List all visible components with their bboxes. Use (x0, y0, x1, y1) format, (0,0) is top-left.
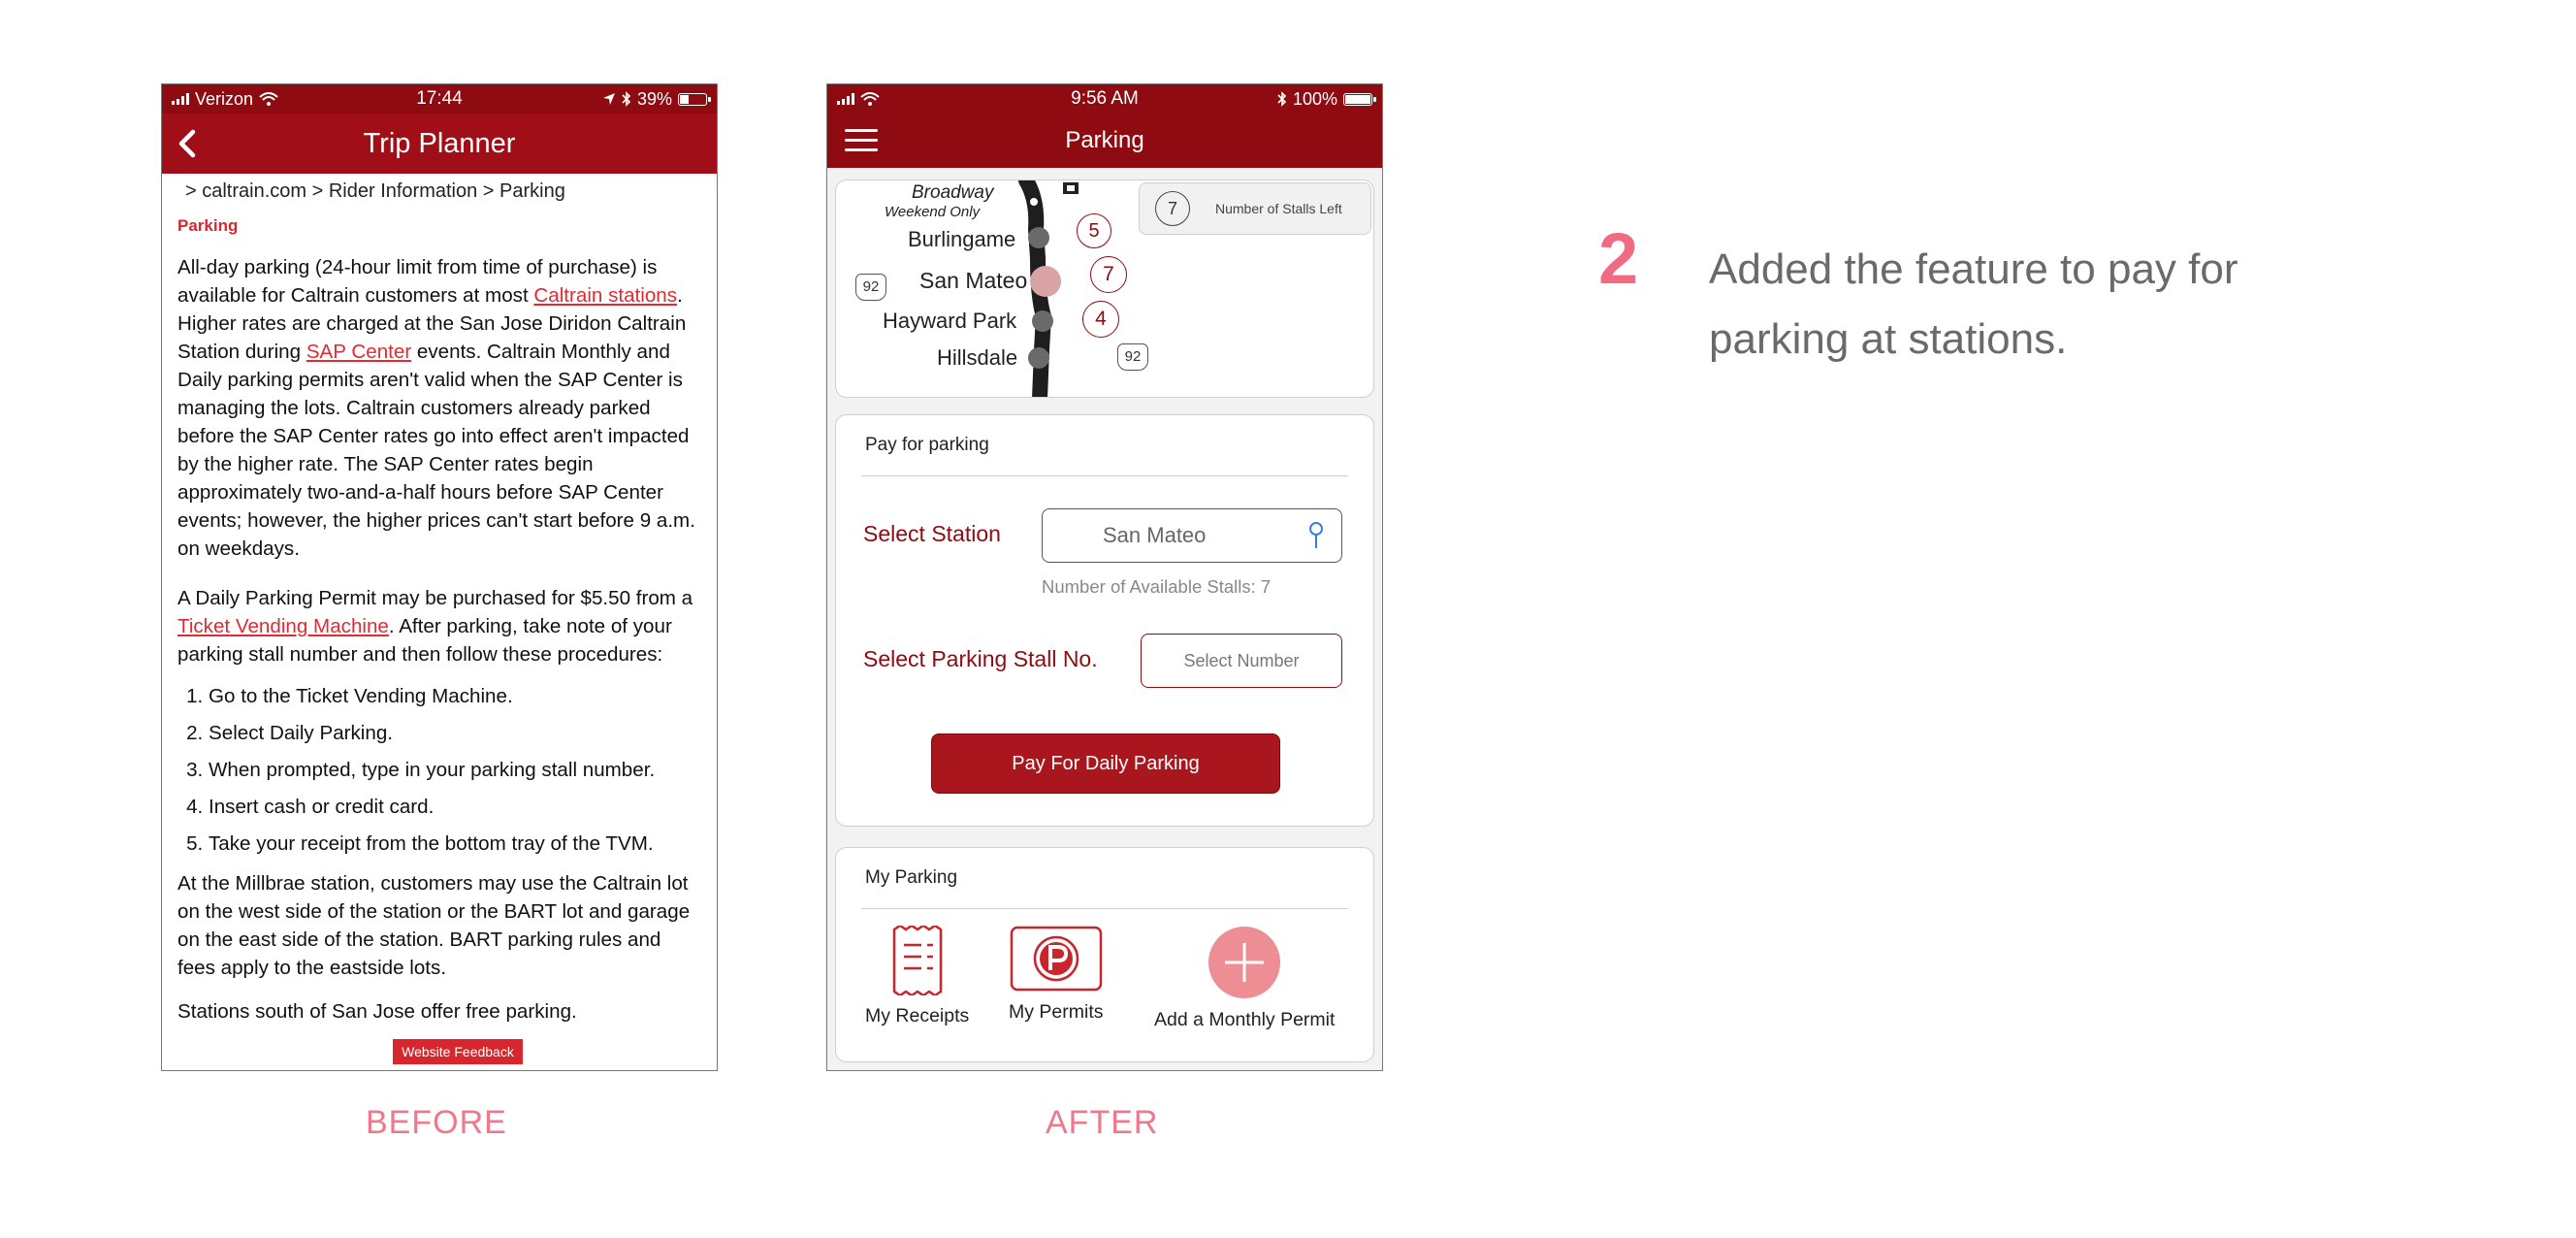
stall-label: Select Parking Stall No. (863, 646, 1098, 671)
panel-title: Pay for parking (865, 435, 989, 455)
bluetooth-icon (1277, 91, 1287, 107)
text-span: events. Caltrain Monthly and Daily parki… (177, 341, 695, 560)
station-label-san-mateo: San Mateo (919, 268, 1028, 293)
divider (861, 475, 1348, 476)
nav-bar: Parking (827, 114, 1382, 168)
after-caption: AFTER (1046, 1104, 1159, 1141)
my-receipts-tile[interactable]: My Receipts (865, 926, 969, 1027)
highway-92-shield: 92 (1117, 343, 1148, 371)
highway-92-shield: 92 (855, 274, 886, 301)
station-note-weekend: Weekend Only (885, 204, 981, 220)
map-legend: 7 Number of Stalls Left (1139, 182, 1371, 235)
station-label: Select Station (863, 521, 1001, 546)
available-stalls-text: Number of Available Stalls: 7 (1042, 576, 1272, 597)
nav-bar: Trip Planner (162, 114, 717, 174)
ticket-vending-machine-link[interactable]: Ticket Vending Machine (177, 615, 389, 637)
location-pin-icon[interactable] (1306, 521, 1326, 550)
paragraph-daily-permit: A Daily Parking Permit may be purchased … (177, 584, 699, 668)
station-value: San Mateo (1103, 523, 1207, 547)
station-dot-hillsdale (1028, 347, 1049, 369)
caltrain-stations-link[interactable]: Caltrain stations (533, 284, 677, 307)
panel-title: My Parking (865, 867, 958, 888)
add-monthly-permit-tile[interactable]: Add a Monthly Permit (1154, 926, 1335, 1031)
legend-count: 7 (1155, 191, 1190, 226)
paragraph-parking-overview: All-day parking (24-hour limit from time… (177, 253, 699, 563)
status-bar: 9:56 AM 100% (827, 84, 1382, 114)
website-feedback-button[interactable]: Website Feedback (393, 1039, 523, 1064)
section-title: Parking (177, 216, 239, 235)
signal-icon (837, 93, 854, 105)
list-item: Go to the Ticket Vending Machine. (209, 682, 699, 710)
station-dot-burlingame (1028, 227, 1049, 248)
station-map[interactable]: Broadway Weekend Only Burlingame San Mat… (835, 179, 1374, 398)
text-span: A Daily Parking Permit may be purchased … (177, 587, 693, 609)
pay-daily-parking-button[interactable]: Pay For Daily Parking (931, 733, 1280, 794)
battery-icon (678, 92, 711, 106)
stall-count-badge[interactable]: 7 (1090, 256, 1127, 293)
list-item: When prompted, type in your parking stal… (209, 756, 699, 784)
after-screen: 9:56 AM 100% Parking Broadway Weekend On… (826, 83, 1383, 1071)
station-input[interactable]: San Mateo (1042, 508, 1342, 563)
before-screen: Verizon 17:44 39% Trip Planner > caltrai… (161, 83, 718, 1071)
stall-number-select[interactable]: Select Number (1141, 634, 1342, 688)
receipt-icon (892, 926, 942, 995)
divider (861, 908, 1348, 909)
location-icon (602, 93, 615, 105)
list-item: Take your receipt from the bottom tray o… (209, 830, 699, 858)
station-dot-broadway (1028, 196, 1040, 208)
tile-label: My Receipts (865, 1005, 970, 1026)
station-label-hayward-park: Hayward Park (883, 309, 1017, 333)
paragraph-south-stations: Stations south of San Jose offer free pa… (177, 1000, 577, 1023)
legend-label: Number of Stalls Left (1215, 201, 1342, 216)
page-title: Parking (1065, 127, 1144, 153)
page-title: Trip Planner (363, 127, 516, 159)
before-caption: BEFORE (366, 1104, 507, 1141)
station-label-burlingame: Burlingame (908, 227, 1016, 251)
paragraph-millbrae: At the Millbrae station, customers may u… (177, 872, 691, 979)
bluetooth-icon (622, 91, 631, 107)
stall-count-badge[interactable]: 4 (1082, 301, 1119, 338)
carrier-name: Verizon (195, 88, 254, 109)
stall-count-badge[interactable]: 5 (1077, 213, 1111, 248)
station-dot-san-mateo (1030, 266, 1061, 297)
battery-percent: 39% (636, 88, 672, 109)
change-description: Added the feature to pay for parking at … (1709, 245, 2238, 363)
wifi-icon (860, 92, 880, 106)
list-item: Select Daily Parking. (209, 719, 699, 747)
procedure-list: Go to the Ticket Vending Machine. Select… (177, 682, 699, 858)
battery-icon (1343, 92, 1376, 106)
station-dot-hayward-park (1032, 310, 1053, 332)
sap-center-link[interactable]: SAP Center (306, 341, 411, 363)
tile-label: Add a Monthly Permit (1154, 1009, 1336, 1030)
station-label-hillsdale: Hillsdale (937, 345, 1018, 370)
add-plus-icon (1208, 927, 1281, 998)
map-marker-icon (1063, 182, 1079, 194)
hamburger-menu-icon[interactable] (845, 129, 878, 154)
battery-percent: 100% (1292, 88, 1337, 109)
breadcrumb[interactable]: > caltrain.com > Rider Information > Par… (177, 178, 699, 206)
article-body: > caltrain.com > Rider Information > Par… (162, 174, 717, 1026)
station-label-broadway: Broadway (912, 182, 994, 203)
pay-for-parking-panel: Pay for parking Select Station San Mateo… (835, 414, 1374, 827)
signal-icon (172, 93, 189, 105)
list-item: Insert cash or credit card. (209, 793, 699, 821)
status-bar: Verizon 17:44 39% (162, 84, 717, 114)
parking-permit-icon (1010, 926, 1102, 992)
back-arrow-icon[interactable] (172, 127, 205, 160)
tile-label: My Permits (1009, 1001, 1104, 1023)
wifi-icon (259, 92, 278, 106)
step-number: 2 (1598, 218, 1639, 299)
my-parking-panel: My Parking My Receipts My Permits Add a … (835, 847, 1374, 1062)
my-permits-tile[interactable]: My Permits (1009, 926, 1104, 1024)
